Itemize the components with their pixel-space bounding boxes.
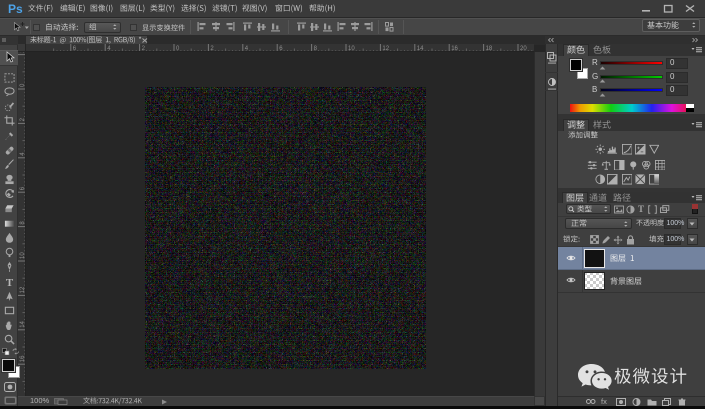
svg-text:T: T: [5, 277, 13, 288]
svg-text:T: T: [638, 204, 644, 214]
